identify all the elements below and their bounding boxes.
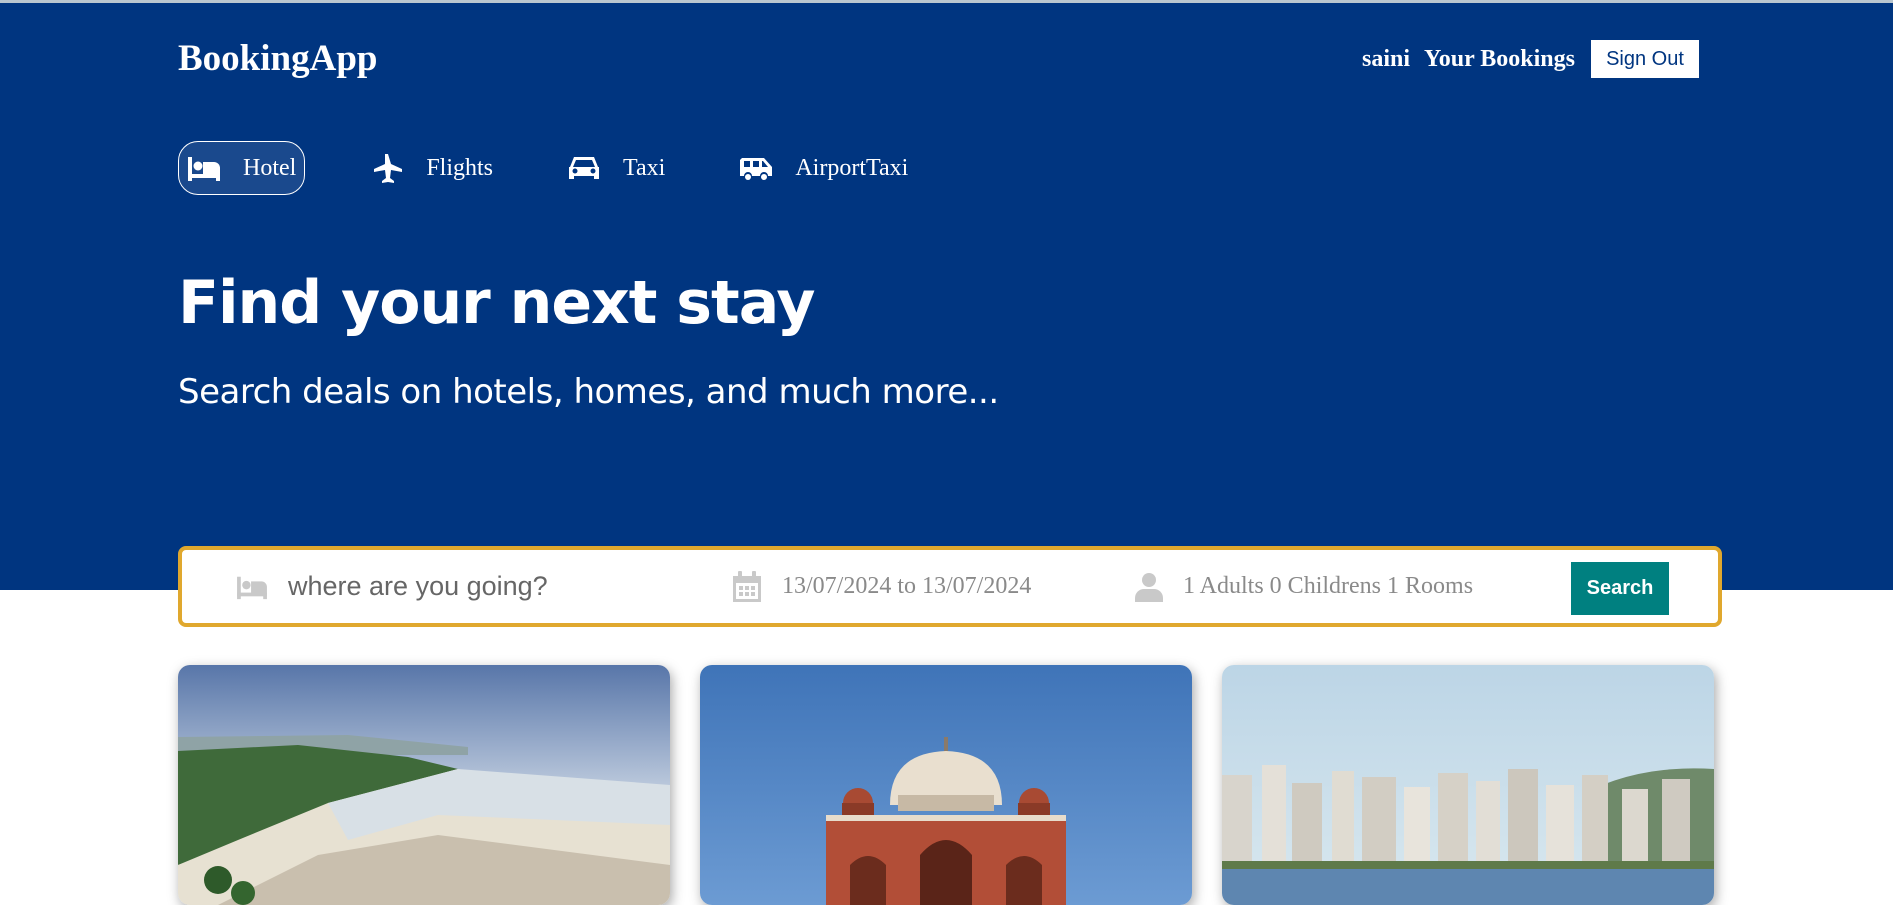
user-nav: saini Your Bookings Sign Out [1362,40,1699,78]
shuttle-icon [739,153,773,183]
destination-card[interactable] [700,665,1192,905]
tab-taxi-label: Taxi [623,154,666,181]
destination-cards [178,665,1714,905]
destination-field [234,550,678,623]
service-tabs: Hotel Flights Taxi AirportTaxi [178,141,917,195]
app-logo[interactable]: BookingApp [178,37,378,80]
tab-airport-taxi-label: AirportTaxi [795,154,909,181]
username-link[interactable]: saini [1362,46,1410,73]
tab-taxi[interactable]: Taxi [558,141,674,195]
calendar-icon [732,570,762,603]
destination-card[interactable] [1222,665,1714,905]
sign-out-button[interactable]: Sign Out [1591,40,1699,78]
tab-flights[interactable]: Flights [361,141,502,195]
tab-flights-label: Flights [426,154,494,181]
plane-icon [370,153,404,183]
humayuns-tomb-photo [700,665,1192,905]
page-subtitle: Search deals on hotels, homes, and much … [178,372,999,412]
bed-icon [187,153,221,183]
date-range-picker[interactable]: 13/07/2024 to 13/07/2024 [732,550,1031,623]
tab-hotel-label: Hotel [243,154,297,181]
search-bar: 13/07/2024 to 13/07/2024 1 Adults 0 Chil… [178,546,1722,627]
guests-text: 1 Adults 0 Childrens 1 Rooms [1183,573,1474,599]
tab-hotel[interactable]: Hotel [178,141,306,195]
search-button[interactable]: Search [1571,562,1669,615]
city-skyline-waterfront-photo [1222,665,1714,905]
destination-card[interactable] [178,665,670,905]
your-bookings-link[interactable]: Your Bookings [1424,46,1575,73]
page-title: Find your next stay [178,268,815,338]
hero-banner: BookingApp saini Your Bookings Sign Out … [0,3,1893,590]
person-icon [1135,572,1163,602]
car-icon [567,153,601,183]
date-range-text: 13/07/2024 to 13/07/2024 [782,573,1032,599]
beach-coastline-photo [178,665,670,905]
tab-airport-taxi[interactable]: AirportTaxi [730,141,917,195]
guests-selector[interactable]: 1 Adults 0 Childrens 1 Rooms [1135,550,1473,623]
destination-input[interactable] [288,571,678,602]
bed-icon [234,573,270,601]
